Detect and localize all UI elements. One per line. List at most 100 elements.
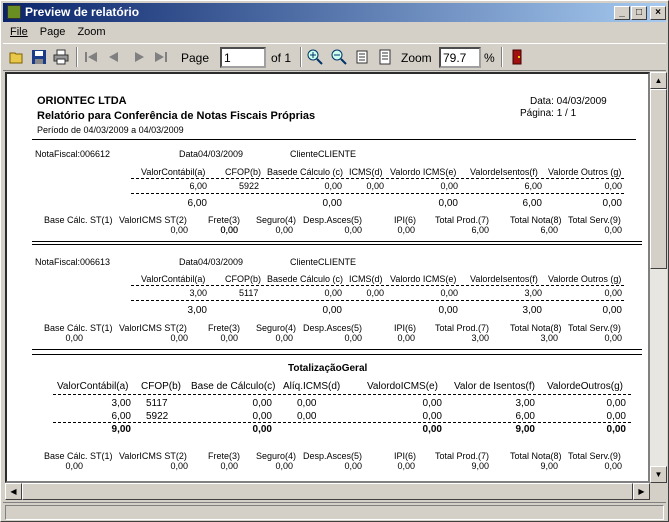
foot-label-total-prod: Total Prod.(7) [435, 451, 490, 461]
foot-label-total-serv: Total Serv.(9) [568, 451, 621, 461]
scroll-up-arrow-icon[interactable]: ▲ [650, 72, 667, 89]
foot-label-despesas: Desp.Asces(5) [303, 323, 363, 333]
col-header-valor-icms: Valordo ICMS(e) [390, 274, 457, 284]
foot-value: 0,00 [275, 333, 293, 343]
foot-label-ipi: IPI(6) [394, 215, 417, 225]
open-folder-icon[interactable] [9, 49, 25, 65]
menu-bar: File Page Zoom [3, 24, 666, 42]
foot-label-despesas: Desp.Asces(5) [303, 215, 363, 225]
foot-label-ipi: IPI(6) [394, 451, 417, 461]
report-page: ORIONTEC LTDA Relatório para Conferência… [7, 74, 648, 481]
zoom-out-icon[interactable] [331, 49, 347, 65]
subtotal-valor-contabil: 6,00 [187, 198, 207, 209]
first-page-icon[interactable] [83, 49, 99, 65]
zoom-in-icon[interactable] [307, 49, 323, 65]
foot-label-base-st: Base Cálc. ST(1) [44, 323, 113, 333]
foot-value: 9,00 [540, 461, 558, 471]
foot-value: 0,00 [220, 225, 238, 235]
foot-label-despesas: Desp.Asces(5) [303, 451, 363, 461]
total-cell-cfop: 5922 [146, 411, 169, 422]
last-page-icon[interactable] [153, 49, 169, 65]
title-bar: Preview de relatório [3, 3, 666, 22]
foot-value: 0,00 [397, 225, 415, 235]
maximize-button[interactable]: □ [631, 6, 647, 20]
cell-outros: 0,00 [604, 181, 622, 191]
foot-value: 0,00 [220, 461, 238, 471]
toolbar-separator [76, 47, 78, 67]
foot-value: 0,00 [397, 333, 415, 343]
foot-label-valor-st: ValorICMS ST(2) [119, 451, 187, 461]
menu-page[interactable]: Page [33, 24, 71, 38]
foot-value: 0,00 [65, 333, 83, 343]
scroll-right-arrow-icon[interactable]: ▶ [633, 483, 650, 500]
print-icon[interactable] [53, 49, 69, 65]
window-title: Preview de relatório [25, 5, 140, 19]
note-number: NotaFiscal:006612 [35, 149, 111, 159]
note-client: ClienteCLIENTE [290, 257, 357, 267]
foot-label-total-serv: Total Serv.(9) [568, 323, 621, 333]
foot-label-valor-st: ValorICMS ST(2) [119, 323, 187, 333]
foot-label-total-prod: Total Prod.(7) [435, 323, 490, 333]
zoom-input[interactable] [439, 47, 481, 68]
foot-value: 0,00 [170, 225, 188, 235]
report-page-viewport[interactable]: ORIONTEC LTDA Relatório para Conferência… [5, 72, 650, 483]
subtotal-outros: 0,00 [602, 198, 622, 209]
close-button[interactable]: × [650, 6, 666, 20]
zoom-label: Zoom [401, 51, 432, 65]
foot-value: 0,00 [275, 461, 293, 471]
col-header-cfop: CFOP(b) [225, 167, 261, 177]
subtotal-outros: 0,00 [602, 305, 622, 316]
subtotal-isentos: 3,00 [522, 305, 542, 316]
scroll-left-arrow-icon[interactable]: ◀ [5, 483, 22, 500]
exit-door-icon[interactable] [509, 49, 525, 65]
total-cell-aliquota: 0,00 [297, 398, 317, 409]
foot-value: 0,00 [170, 333, 188, 343]
dashed-divider [131, 300, 624, 301]
foot-value: 0,00 [344, 225, 362, 235]
vertical-scroll-thumb[interactable] [650, 89, 667, 269]
dashed-divider [131, 193, 624, 194]
previous-page-icon[interactable] [106, 49, 122, 65]
page-number-input[interactable] [220, 47, 266, 68]
save-icon[interactable] [31, 49, 47, 65]
foot-value: 0,00 [275, 225, 293, 235]
total-cell-outros: 0,00 [606, 398, 626, 409]
foot-value: 0,00 [397, 461, 415, 471]
horizontal-scrollbar[interactable]: ◀ ▶ [5, 483, 650, 500]
divider [32, 349, 642, 350]
dashed-divider [131, 178, 624, 179]
scroll-corner [650, 483, 667, 500]
foot-label-base-st: Base Cálc. ST(1) [44, 215, 113, 225]
cell-valor-contabil: 3,00 [189, 288, 207, 298]
minimize-button[interactable]: _ [614, 6, 630, 20]
divider [32, 139, 636, 140]
total-cell-valor-contabil: 6,00 [111, 411, 131, 422]
menu-file[interactable]: File [3, 24, 33, 38]
foot-label-total-serv: Total Serv.(9) [568, 215, 621, 225]
col-header-valor-contabil: ValorContábil(a) [141, 167, 206, 177]
divider [32, 354, 642, 355]
scroll-down-arrow-icon[interactable]: ▼ [650, 466, 667, 483]
whole-page-icon[interactable] [377, 49, 393, 65]
foot-label-seguro: Seguro(4) [256, 215, 297, 225]
cell-icms: 0,00 [366, 181, 384, 191]
col-header-cfop: CFOP(b) [225, 274, 261, 284]
next-page-icon[interactable] [131, 49, 147, 65]
page-width-icon[interactable] [355, 49, 371, 65]
cell-outros: 0,00 [604, 288, 622, 298]
total-header-valor-icms: ValordoICMS(e) [367, 381, 438, 392]
total-cell-valor-icms: 0,00 [422, 411, 442, 422]
grand-total-valor-icms: 0,00 [422, 424, 442, 435]
vertical-scrollbar[interactable]: ▲ ▼ [650, 72, 667, 483]
page-label: Page [181, 51, 210, 65]
foot-value: 0,00 [344, 461, 362, 471]
menu-zoom[interactable]: Zoom [70, 24, 110, 38]
report-date: Data: 04/03/2009 [530, 96, 607, 107]
horizontal-scroll-thumb[interactable] [22, 483, 633, 500]
foot-label-seguro: Seguro(4) [256, 323, 297, 333]
total-cell-valor-contabil: 3,00 [111, 398, 131, 409]
foot-label-valor-st: ValorICMS ST(2) [119, 215, 187, 225]
subtotal-base-calculo: 0,00 [322, 305, 342, 316]
cell-valor-icms: 0,00 [440, 181, 458, 191]
note-client: ClienteCLIENTE [290, 149, 357, 159]
